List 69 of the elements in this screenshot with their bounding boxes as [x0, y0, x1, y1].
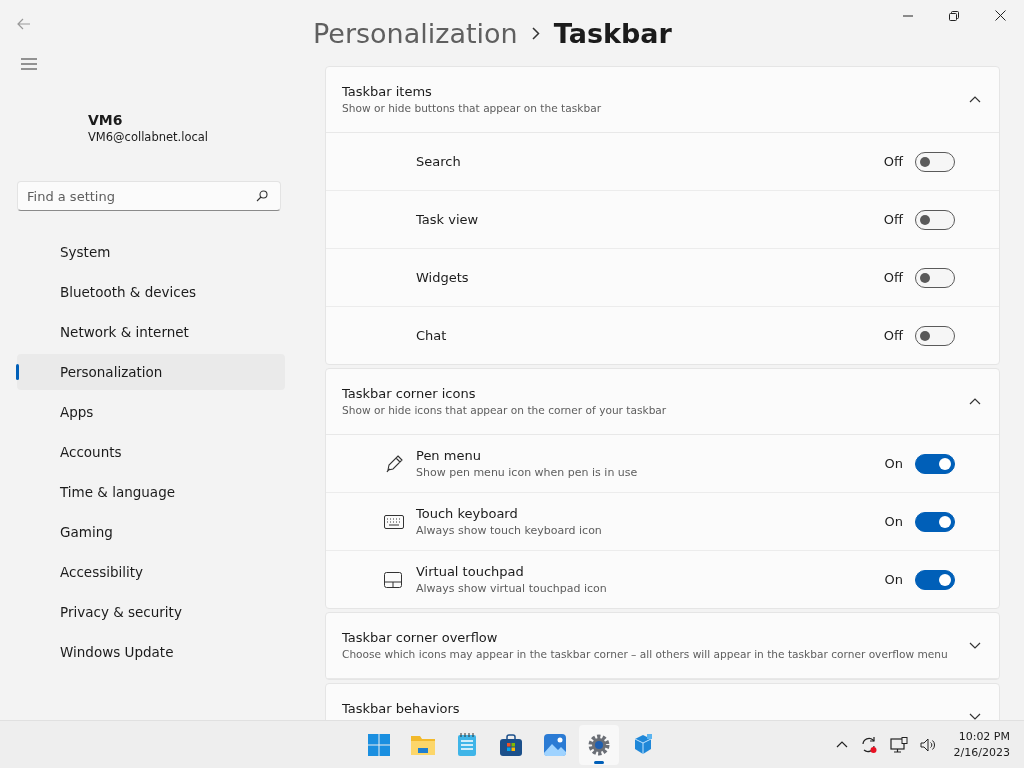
- gear-icon[interactable]: [587, 732, 611, 757]
- setting-label: Task view: [416, 212, 480, 227]
- section-title: Taskbar items: [342, 84, 433, 99]
- pen-icon: [384, 453, 404, 474]
- toggle-state: Off: [883, 328, 903, 343]
- toggle-state: On: [884, 572, 903, 587]
- account-email: VM6@collabnet.local: [88, 130, 209, 144]
- nav-item[interactable]: Accessibility: [17, 554, 285, 590]
- breadcrumb-parent[interactable]: Personalization: [313, 17, 518, 49]
- network-icon[interactable]: [889, 736, 908, 753]
- folder-icon[interactable]: [410, 733, 436, 756]
- back-icon[interactable]: [17, 18, 31, 30]
- nav-item[interactable]: Time & language: [17, 474, 285, 510]
- nav-item[interactable]: Gaming: [17, 514, 285, 550]
- toggle-switch[interactable]: [915, 267, 955, 288]
- nav-item[interactable]: Personalization: [17, 354, 285, 390]
- setting-label: Chat: [416, 328, 448, 343]
- toggle-switch[interactable]: [915, 511, 955, 532]
- toggle-switch[interactable]: [915, 325, 955, 346]
- nav-item[interactable]: System: [17, 234, 285, 270]
- toggle-state: On: [884, 456, 903, 471]
- cubes-icon[interactable]: [632, 732, 654, 757]
- notepad-icon[interactable]: [457, 732, 477, 757]
- search-field[interactable]: Find a setting: [17, 181, 281, 211]
- setting-label: Virtual touchpad: [416, 564, 525, 579]
- toggle-state: Off: [883, 212, 903, 227]
- toggle-state: On: [884, 514, 903, 529]
- toggle-state: Off: [883, 270, 903, 285]
- search-icon: [256, 190, 268, 202]
- page-title: Taskbar: [553, 17, 672, 49]
- setting-description: Always show touch keyboard icon: [416, 524, 603, 537]
- section-subtitle: Choose which icons may appear in the taskbar corner – all others will appear in the taskbar corner overflow menu: [342, 648, 949, 660]
- account-name: VM6: [88, 112, 124, 128]
- store-icon[interactable]: [499, 733, 523, 756]
- nav-item[interactable]: Network & internet: [17, 314, 285, 350]
- section-title: Taskbar behaviors: [342, 701, 461, 716]
- nav-item[interactable]: Windows Update: [17, 634, 285, 670]
- setting-label: Touch keyboard: [416, 506, 519, 521]
- nav-item[interactable]: Apps: [17, 394, 285, 430]
- sync-icon[interactable]: [859, 735, 878, 754]
- touchpad-icon: [384, 571, 402, 588]
- setting-label: Pen menu: [416, 448, 482, 463]
- toggle-switch[interactable]: [915, 453, 955, 474]
- chevron-right-icon: [531, 26, 540, 40]
- setting-description: Show pen menu icon when pen is in use: [416, 466, 639, 479]
- menu-icon[interactable]: [21, 58, 37, 70]
- toggle-switch[interactable]: [915, 569, 955, 590]
- section-title: Taskbar corner icons: [342, 386, 477, 401]
- start-icon[interactable]: [367, 732, 391, 757]
- setting-description: Always show virtual touchpad icon: [416, 582, 608, 595]
- section-subtitle: Show or hide buttons that appear on the taskbar: [342, 102, 602, 114]
- chevron-up-icon[interactable]: [835, 741, 848, 748]
- nav-item[interactable]: Bluetooth & devices: [17, 274, 285, 310]
- keyboard-icon: [384, 514, 404, 529]
- setting-label: Search: [416, 154, 462, 169]
- section-title: Taskbar corner overflow: [342, 630, 499, 645]
- setting-label: Widgets: [416, 270, 470, 285]
- nav-item[interactable]: Privacy & security: [17, 594, 285, 630]
- toggle-state: Off: [883, 154, 903, 169]
- photos-icon[interactable]: [543, 732, 567, 757]
- search-input[interactable]: Find a setting: [27, 188, 256, 204]
- toggle-switch[interactable]: [915, 151, 955, 172]
- speaker-icon[interactable]: [919, 737, 936, 752]
- section-subtitle: Show or hide icons that appear on the corner of your taskbar: [342, 404, 668, 416]
- nav-item[interactable]: Accounts: [17, 434, 285, 470]
- close-icon[interactable]: [995, 10, 1006, 21]
- toggle-switch[interactable]: [915, 209, 955, 230]
- restore-icon[interactable]: [949, 10, 959, 21]
- clock[interactable]: 10:02 PM 2/16/2023: [953, 730, 1010, 759]
